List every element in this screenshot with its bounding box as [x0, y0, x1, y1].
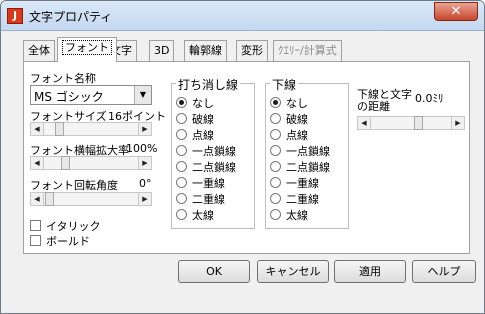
- strikethrough-group-title: 打ち消し線: [176, 76, 241, 93]
- scroll-left-icon[interactable]: ◀: [30, 156, 44, 170]
- scroll-left-icon[interactable]: ◀: [30, 192, 44, 206]
- italic-label: イタリック: [46, 220, 101, 233]
- underline-option-label: 二重線: [286, 193, 319, 206]
- radio-button[interactable]: [270, 209, 281, 220]
- window-title: 文字プロパティ: [29, 10, 113, 24]
- slider-thumb[interactable]: [55, 122, 64, 136]
- scroll-left-icon[interactable]: ◀: [30, 122, 44, 136]
- radio-button[interactable]: [270, 145, 281, 156]
- font-width-value: 100%: [126, 142, 158, 155]
- scroll-left-icon[interactable]: ◀: [357, 116, 371, 130]
- radio-button[interactable]: [270, 161, 281, 172]
- bold-label: ボールド: [46, 235, 90, 248]
- font-rotation-value: 0°: [139, 177, 152, 190]
- tab-outline[interactable]: 輪郭線: [184, 40, 227, 61]
- radio-button[interactable]: [176, 97, 187, 108]
- radio-button[interactable]: [176, 193, 187, 204]
- radio-button[interactable]: [176, 145, 187, 156]
- radio-button[interactable]: [176, 161, 187, 172]
- app-icon: J: [7, 8, 23, 24]
- radio-button[interactable]: [270, 177, 281, 188]
- underline-option-label: 点線: [286, 129, 308, 142]
- font-rotation-slider[interactable]: ◀ ▶: [30, 192, 152, 206]
- underline-group: 下線 なし 破線 点線 一点鎖線 二点鎖線 一重線 二重線 太線: [265, 76, 349, 229]
- font-tab-panel: フォント名称 MS ゴシック ▼ フォントサイズ 16ポイント ◀ ▶ フォント…: [23, 61, 470, 254]
- strike-option-label: 太線: [192, 209, 214, 222]
- radio-button[interactable]: [270, 193, 281, 204]
- font-size-slider[interactable]: ◀ ▶: [30, 122, 152, 136]
- scroll-right-icon[interactable]: ▶: [138, 122, 152, 136]
- scroll-right-icon[interactable]: ▶: [451, 116, 465, 130]
- radio-button[interactable]: [176, 113, 187, 124]
- font-name-label: フォント名称: [30, 72, 96, 85]
- radio-button[interactable]: [176, 177, 187, 188]
- font-rotation-label: フォント回転角度: [30, 179, 118, 192]
- properties-dialog: J 文字プロパティ ✕ 全体 フォント 文字 3D 輪郭線 変形 ｸｴﾘｰ/計算…: [0, 0, 485, 314]
- underline-option-label: なし: [286, 97, 308, 110]
- strike-option-label: なし: [192, 97, 214, 110]
- radio-button[interactable]: [270, 113, 281, 124]
- slider-thumb[interactable]: [45, 192, 54, 206]
- underline-distance-label-line2: の距離: [357, 100, 390, 113]
- radio-button[interactable]: [270, 129, 281, 140]
- apply-button[interactable]: 適用: [334, 260, 406, 283]
- font-width-slider[interactable]: ◀ ▶: [30, 156, 152, 170]
- font-name-value: MS ゴシック: [34, 90, 104, 104]
- radio-button[interactable]: [176, 129, 187, 140]
- tab-transform[interactable]: 変形: [236, 40, 268, 61]
- ok-button[interactable]: OK: [178, 260, 250, 283]
- slider-thumb[interactable]: [61, 156, 70, 170]
- title-bar: J 文字プロパティ ✕: [1, 1, 484, 31]
- strikethrough-group: 打ち消し線 なし 破線 点線 一点鎖線 二点鎖線 一重線 二重線 太線: [171, 76, 255, 229]
- scroll-right-icon[interactable]: ▶: [138, 192, 152, 206]
- checkbox-box[interactable]: [30, 235, 41, 246]
- font-name-select[interactable]: MS ゴシック ▼: [30, 85, 152, 105]
- cancel-button[interactable]: キャンセル: [257, 260, 329, 283]
- strike-option-label: 点線: [192, 129, 214, 142]
- radio-button[interactable]: [270, 97, 281, 108]
- underline-group-title: 下線: [270, 76, 299, 93]
- tab-font-label: フォント: [62, 40, 112, 55]
- underline-option-label: 破線: [286, 113, 308, 126]
- strike-option-label: 破線: [192, 113, 214, 126]
- tab-overall[interactable]: 全体: [23, 40, 55, 61]
- help-button[interactable]: ヘルプ: [412, 260, 476, 283]
- underline-option-label: 一点鎖線: [286, 145, 330, 158]
- tab-3d[interactable]: 3D: [149, 40, 175, 61]
- underline-option-label: 太線: [286, 209, 308, 222]
- underline-option-label: 二点鎖線: [286, 161, 330, 174]
- radio-button[interactable]: [176, 209, 187, 220]
- underline-option-label: 一重線: [286, 177, 319, 190]
- chevron-down-icon[interactable]: ▼: [134, 86, 151, 104]
- scroll-right-icon[interactable]: ▶: [138, 156, 152, 170]
- underline-distance-slider[interactable]: ◀ ▶: [357, 116, 465, 130]
- close-button[interactable]: ✕: [434, 2, 478, 21]
- slider-thumb[interactable]: [414, 116, 423, 130]
- tab-query-formula[interactable]: ｸｴﾘｰ/計算式: [273, 40, 342, 61]
- tab-font[interactable]: フォント: [57, 37, 117, 62]
- strike-option-label: 二点鎖線: [192, 161, 236, 174]
- underline-distance-value: 0.0ﾐﾘ: [415, 92, 444, 105]
- strike-option-label: 一点鎖線: [192, 145, 236, 158]
- strike-option-label: 二重線: [192, 193, 225, 206]
- strike-option-label: 一重線: [192, 177, 225, 190]
- checkbox-box[interactable]: [30, 220, 41, 231]
